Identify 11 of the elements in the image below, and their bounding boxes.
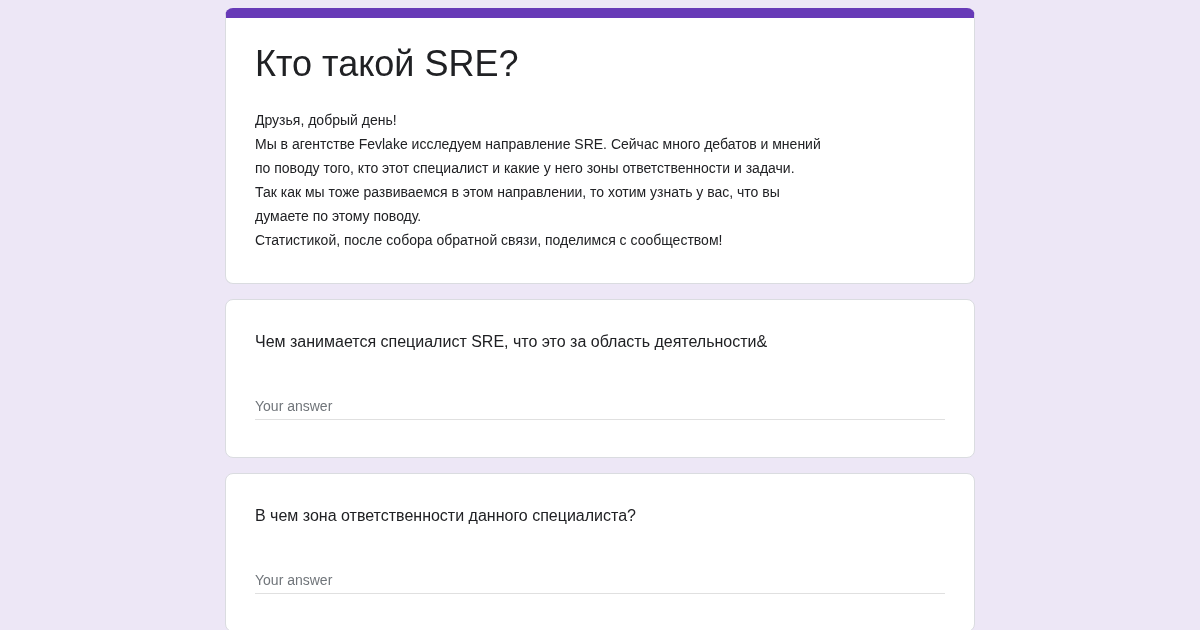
answer-field[interactable]: Your answer xyxy=(255,394,945,420)
description-line: думаете по этому поводу. xyxy=(255,207,423,226)
description-line: Статистикой, после собора обратной связи, поделимся с сообществом! xyxy=(255,231,724,250)
question-title: В чем зона ответственности данного специалиста? xyxy=(255,506,637,526)
description-line: Мы в агентстве Fevlake исследуем направление SRE. Сейчас много дебатов и мнений xyxy=(255,135,822,154)
description-line: Так как мы тоже развиваемся в этом направлении, то хотим узнать у вас, что вы xyxy=(255,183,781,202)
question-title: Чем занимается специалист SRE, что это за область деятельности& xyxy=(255,332,769,352)
description-line: по поводу того, кто этот специалист и какие у него зоны ответственности и задачи. xyxy=(255,159,796,178)
form-title: Кто такой SRE? xyxy=(255,42,520,86)
answer-field[interactable]: Your answer xyxy=(255,568,945,594)
description-line: Друзья, добрый день! xyxy=(255,111,398,130)
